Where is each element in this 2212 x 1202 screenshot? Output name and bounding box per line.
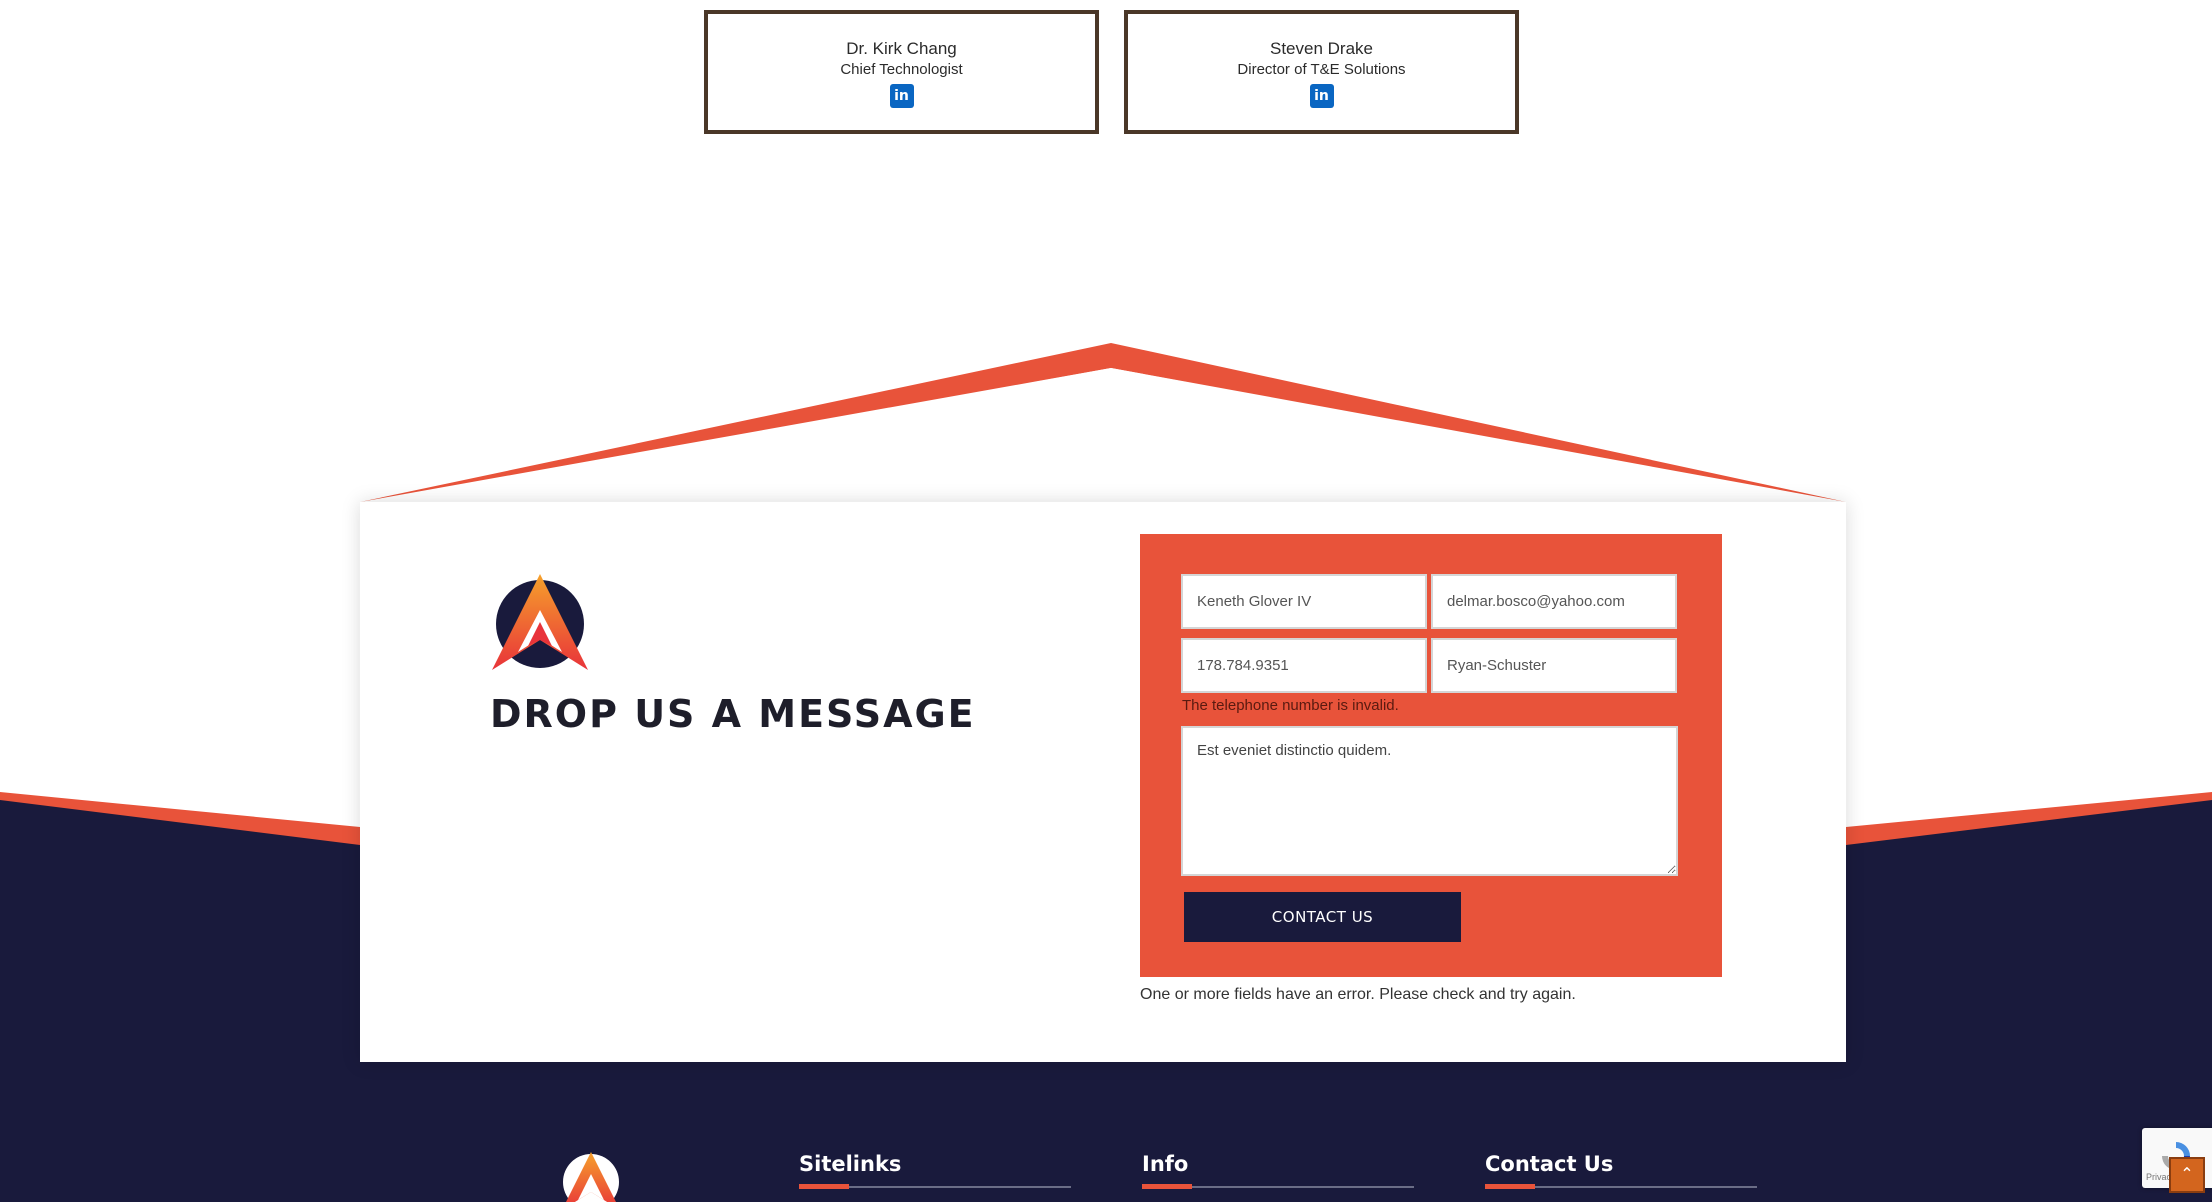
footer-divider	[1142, 1184, 1414, 1189]
phone-error-message: The telephone number is invalid.	[1182, 697, 1399, 714]
footer-heading: Info	[1142, 1152, 1189, 1176]
phone-field[interactable]	[1181, 638, 1427, 693]
team-member-role: Director of T&E Solutions	[1237, 61, 1406, 78]
form-status-message: One or more fields have an error. Please…	[1140, 986, 1576, 1003]
back-to-top-button[interactable]: ⌃	[2169, 1157, 2205, 1193]
footer-divider	[1485, 1184, 1757, 1189]
footer-heading: Sitelinks	[799, 1152, 902, 1176]
linkedin-icon[interactable]: in	[889, 84, 914, 108]
contact-form: The telephone number is invalid. Est eve…	[1140, 534, 1722, 977]
message-field[interactable]: Est eveniet distinctio quidem.	[1181, 726, 1678, 876]
contact-card: DROP US A MESSAGE The telephone number i…	[360, 502, 1846, 1062]
chevron-up-icon: ⌃	[2180, 1164, 2194, 1183]
team-card: Dr. Kirk Chang Chief Technologist in	[704, 10, 1099, 134]
team-member-role: Chief Technologist	[840, 61, 963, 78]
team-card: Steven Drake Director of T&E Solutions i…	[1124, 10, 1519, 134]
brand-logo-icon	[492, 574, 588, 670]
footer-column-info: Info	[1142, 1150, 1414, 1189]
team-member-name: Steven Drake	[1270, 39, 1373, 58]
footer-column-sitelinks: Sitelinks	[799, 1150, 1071, 1189]
roof-fill	[360, 368, 1846, 505]
linkedin-icon[interactable]: in	[1309, 84, 1334, 108]
contact-us-button[interactable]: CONTACT US	[1184, 892, 1461, 942]
footer-logo-icon	[563, 1152, 619, 1202]
name-field[interactable]	[1181, 574, 1427, 629]
footer-divider	[799, 1184, 1071, 1189]
footer-column-contact: Contact Us	[1485, 1150, 1757, 1189]
email-field[interactable]	[1431, 574, 1677, 629]
company-field[interactable]	[1431, 638, 1677, 693]
team-member-name: Dr. Kirk Chang	[846, 39, 957, 58]
section-heading: DROP US A MESSAGE	[490, 692, 976, 736]
footer-heading: Contact Us	[1485, 1152, 1614, 1176]
page: Dr. Kirk Chang Chief Technologist in Ste…	[0, 0, 2212, 1202]
